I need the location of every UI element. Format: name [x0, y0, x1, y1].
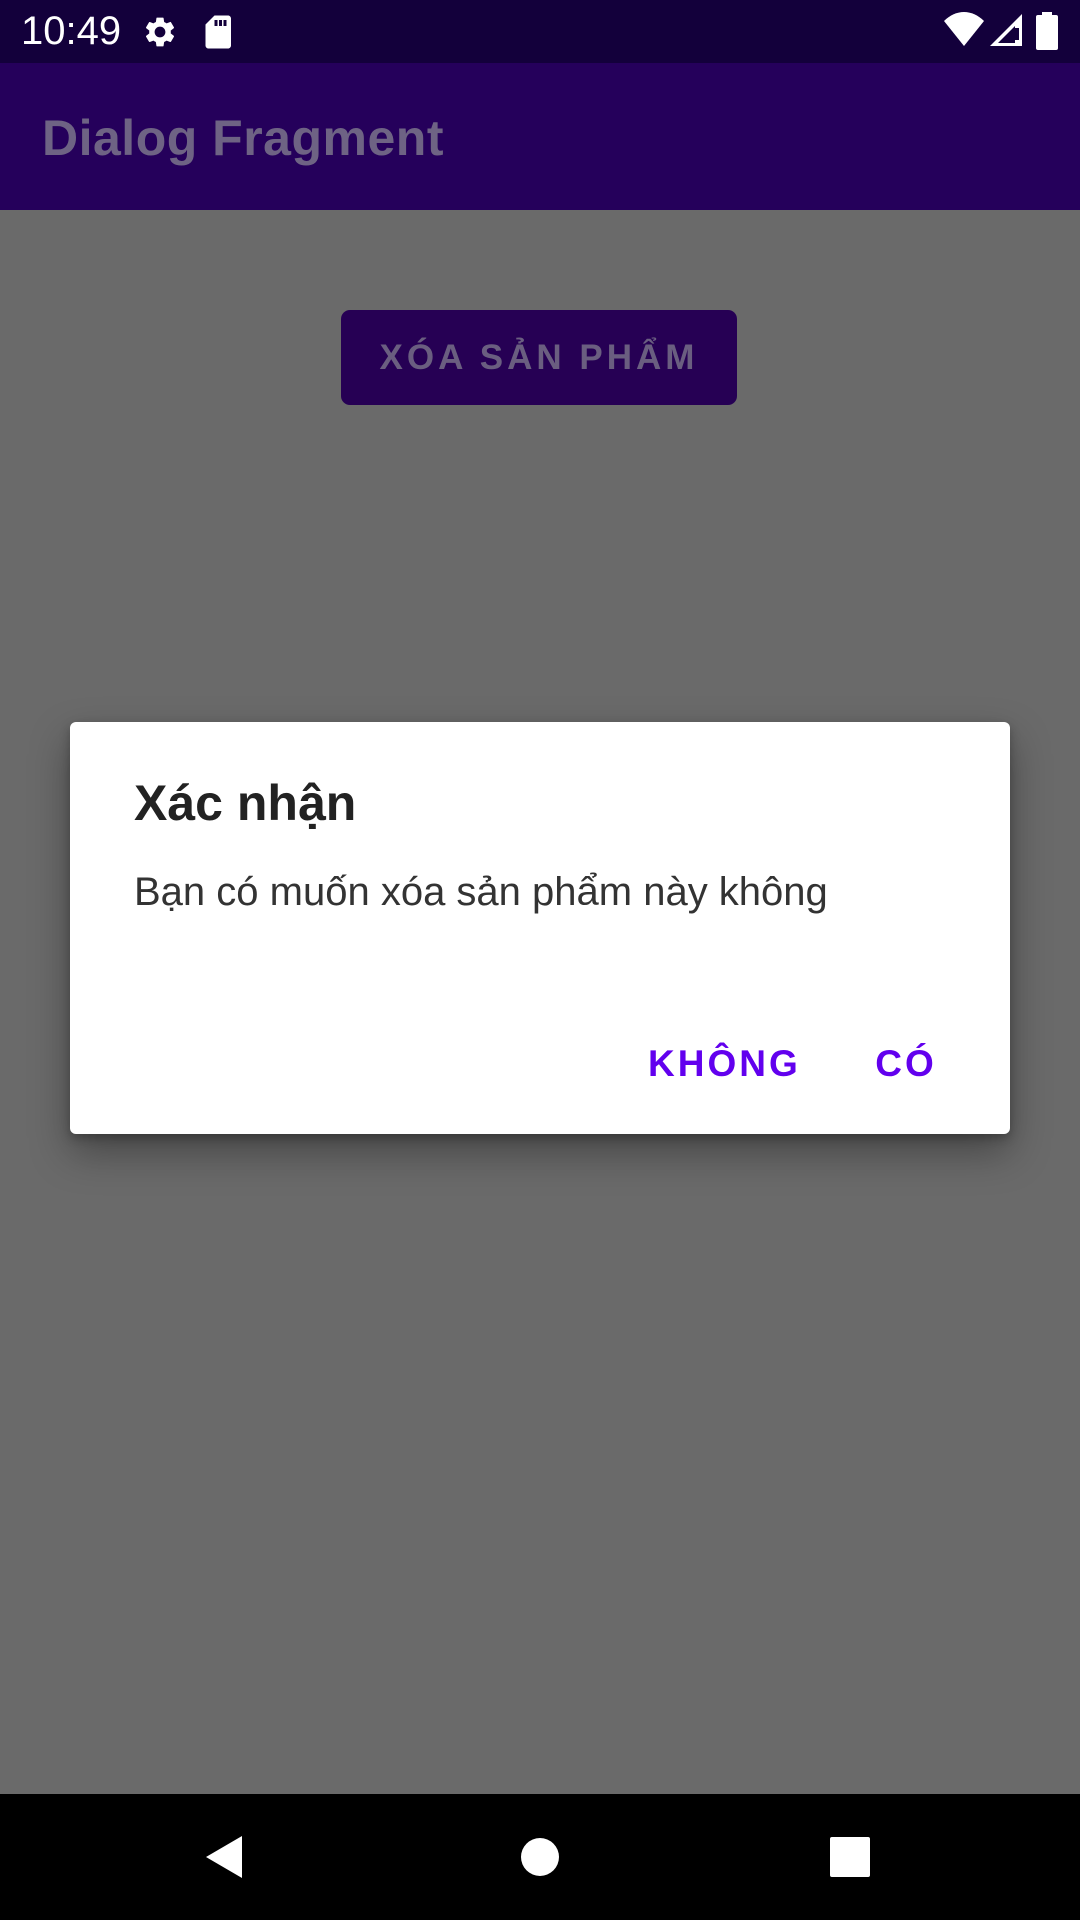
signal-icon [988, 12, 1024, 53]
wifi-icon [944, 12, 984, 53]
dialog-title: Xác nhận [134, 775, 357, 831]
sd-card-icon [203, 14, 235, 55]
dialog-message: Bạn có muốn xóa sản phẩm này không [134, 870, 828, 914]
dialog-yes-button[interactable]: CÓ [866, 1032, 946, 1096]
confirm-dialog: Xác nhận Bạn có muốn xóa sản phẩm này kh… [70, 722, 1010, 1134]
app-bar: Dialog Fragment [0, 63, 1080, 210]
dialog-no-button[interactable]: KHÔNG [648, 1032, 798, 1096]
recents-icon[interactable] [815, 1822, 885, 1892]
battery-icon [1036, 12, 1058, 55]
status-bar: 10:49 [0, 0, 1080, 63]
settings-icon [142, 14, 178, 55]
home-icon[interactable] [505, 1822, 575, 1892]
back-icon[interactable] [190, 1822, 260, 1892]
status-time: 10:49 [21, 9, 122, 53]
screen: 10:49 Dialog Fragment XÓA SẢN PHẨM Xác n… [0, 0, 1080, 1920]
app-title: Dialog Fragment [42, 110, 444, 166]
navigation-bar [0, 1794, 1080, 1920]
delete-product-button[interactable]: XÓA SẢN PHẨM [341, 310, 737, 405]
